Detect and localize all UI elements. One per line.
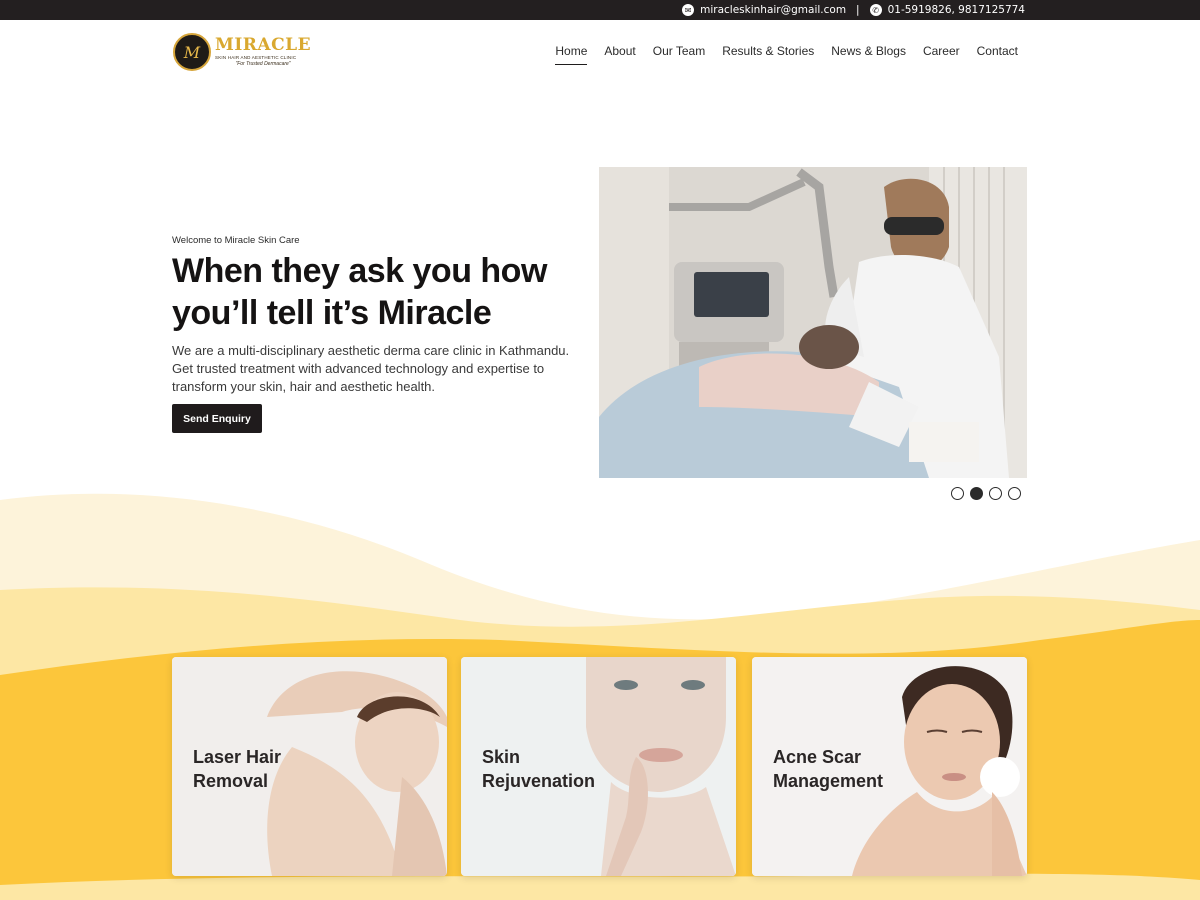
logo-brand: MIRACLE (215, 34, 312, 55)
service-card-laser-hair-removal[interactable]: Laser Hair Removal (172, 657, 447, 876)
service-card-acne-scar-management[interactable]: Acne Scar Management (752, 657, 1027, 876)
contact-info: ✉ miracleskinhair@gmail.com | ✆ 01-59198… (682, 0, 1025, 20)
nav-about[interactable]: About (604, 44, 635, 65)
service-label-laser-hair-removal: Laser Hair Removal (193, 747, 282, 791)
hero-title: When they ask you how you’ll tell it’s M… (172, 252, 547, 332)
hero-treatment-photo (599, 167, 1027, 478)
service-card-skin-rejuvenation[interactable]: Skin Rejuvenation (461, 657, 736, 876)
separator: | (856, 4, 860, 16)
nav-home[interactable]: Home (555, 44, 588, 65)
hero-eyebrow: Welcome to Miracle Skin Care (172, 235, 300, 246)
service-label-skin-rejuvenation: Skin Rejuvenation (482, 747, 596, 791)
phone-link[interactable]: 01-5919826, 9817125774 (888, 4, 1025, 16)
send-enquiry-button[interactable]: Send Enquiry (172, 404, 262, 433)
hero-description: We are a multi-disciplinary aesthetic de… (172, 343, 570, 394)
nav-contact[interactable]: Contact (977, 44, 1018, 65)
nav-career[interactable]: Career (923, 44, 960, 65)
top-contact-bar: ✉ miracleskinhair@gmail.com | ✆ 01-59198… (0, 0, 1200, 20)
logo-subtitle: SKIN HAIR AND AESTHETIC CLINIC (215, 54, 297, 60)
nav-our-team[interactable]: Our Team (653, 44, 705, 65)
clinic-logo[interactable]: M MIRACLE SKIN HAIR AND AESTHETIC CLINIC… (173, 32, 313, 72)
nav-news-blogs[interactable]: News & Blogs (831, 44, 906, 65)
mail-icon: ✉ (682, 4, 695, 16)
main-nav: Home About Our Team Results & Stories Ne… (555, 44, 1018, 65)
phone-icon: ✆ (869, 4, 882, 16)
nav-results-stories[interactable]: Results & Stories (722, 44, 814, 65)
logo-monogram-icon: M (173, 33, 211, 71)
service-label-acne-scar-management: Acne Scar Management (773, 747, 884, 791)
logo-tagline: "For Trusted Dermacare" (235, 61, 291, 68)
email-link[interactable]: miracleskinhair@gmail.com (700, 4, 846, 16)
